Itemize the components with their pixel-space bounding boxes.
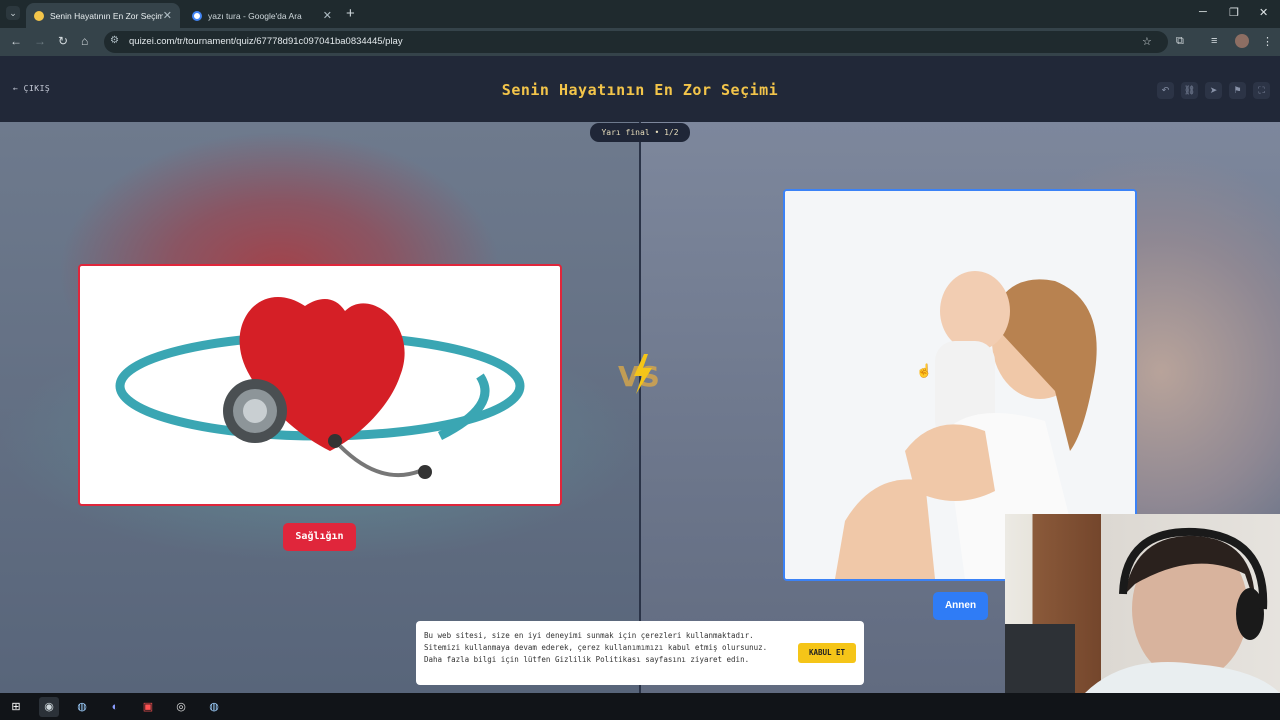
tab-quiz[interactable]: Senin Hayatının En Zor Seçimi - ... ✕ [26, 3, 180, 28]
send-icon[interactable]: ➤ [1205, 82, 1222, 99]
forward-icon[interactable]: → [34, 34, 46, 48]
tab-title: Senin Hayatının En Zor Seçimi - ... [50, 10, 163, 21]
heart-stethoscope-image [115, 296, 525, 479]
bookmark-star-icon[interactable]: ☆ [1142, 35, 1152, 48]
obs-icon[interactable]: ◎ [171, 697, 191, 717]
hand-cursor-icon: ☝ [916, 363, 933, 378]
tab-title: yazı tura - Google'da Ara [208, 10, 302, 21]
undo-icon[interactable]: ↶ [1157, 82, 1174, 99]
steam-icon[interactable]: ◍ [204, 697, 224, 717]
close-icon[interactable]: ✕ [323, 9, 332, 22]
avatar[interactable] [1235, 34, 1249, 48]
choice-card-left[interactable] [78, 264, 562, 506]
tab-google[interactable]: yazı tura - Google'da Ara ✕ [184, 3, 340, 28]
site-info-icon[interactable]: ⚙ [110, 35, 119, 46]
extensions-icon[interactable]: ⧉ [1176, 35, 1184, 48]
close-icon[interactable]: ✕ [163, 9, 172, 22]
new-tab-icon[interactable]: + [346, 5, 355, 22]
link-icon[interactable]: ⛓ [1181, 82, 1198, 99]
center-divider [639, 122, 641, 693]
quiz-header: ← ÇIKIŞ Senin Hayatının En Zor Seçimi ↶ … [0, 56, 1280, 122]
quiz-page: ← ÇIKIŞ Senin Hayatının En Zor Seçimi ↶ … [0, 56, 1280, 693]
choice-label-right[interactable]: Annen [933, 592, 988, 620]
url-text[interactable]: quizei.com/tr/tournament/quiz/67778d91c0… [129, 36, 403, 47]
close-window-icon[interactable]: ✕ [1259, 6, 1268, 19]
webcam-overlay [1005, 514, 1280, 693]
home-icon[interactable]: ⌂ [81, 34, 88, 48]
round-badge: Yarı final • 1/2 [590, 123, 690, 142]
quizei-favicon-icon [34, 10, 44, 21]
cookie-text: Bu web sitesi, size en iyi deneyimi sunm… [424, 631, 768, 664]
media-icon[interactable]: ≡ [1211, 35, 1217, 47]
fullscreen-icon[interactable]: ⛶ [1253, 82, 1270, 99]
discord-icon[interactable]: ◐ [105, 697, 125, 717]
minimize-icon[interactable]: ─ [1199, 6, 1207, 18]
reload-icon[interactable]: ↻ [58, 34, 68, 48]
os-taskbar [0, 693, 1280, 720]
app-icon[interactable]: ▣ [138, 697, 158, 717]
steam-icon[interactable]: ◍ [72, 697, 92, 717]
menu-icon[interactable]: ⋮ [1262, 35, 1273, 48]
accept-cookies-button[interactable]: KABUL ET [798, 643, 856, 663]
browser-tabbar: ⌄ Senin Hayatının En Zor Seçimi - ... ✕ … [0, 0, 1280, 28]
restore-icon[interactable]: ❐ [1229, 6, 1239, 19]
choice-label-left[interactable]: Sağlığın [283, 523, 356, 551]
back-icon[interactable]: ← [10, 34, 22, 48]
page-title: Senin Hayatının En Zor Seçimi [501, 81, 779, 99]
vs-lightning-icon: VS [618, 354, 660, 394]
streamer-webcam-image [1005, 527, 1280, 693]
flag-icon[interactable]: ⚑ [1229, 82, 1246, 99]
chrome-icon[interactable]: ◉ [39, 697, 59, 717]
cookie-banner: Bu web sitesi, size en iyi deneyimi sunm… [416, 621, 864, 685]
windows-start-icon[interactable]: ⊞ [6, 697, 26, 717]
google-favicon-icon [192, 10, 202, 21]
tab-search-icon[interactable]: ⌄ [6, 6, 20, 20]
